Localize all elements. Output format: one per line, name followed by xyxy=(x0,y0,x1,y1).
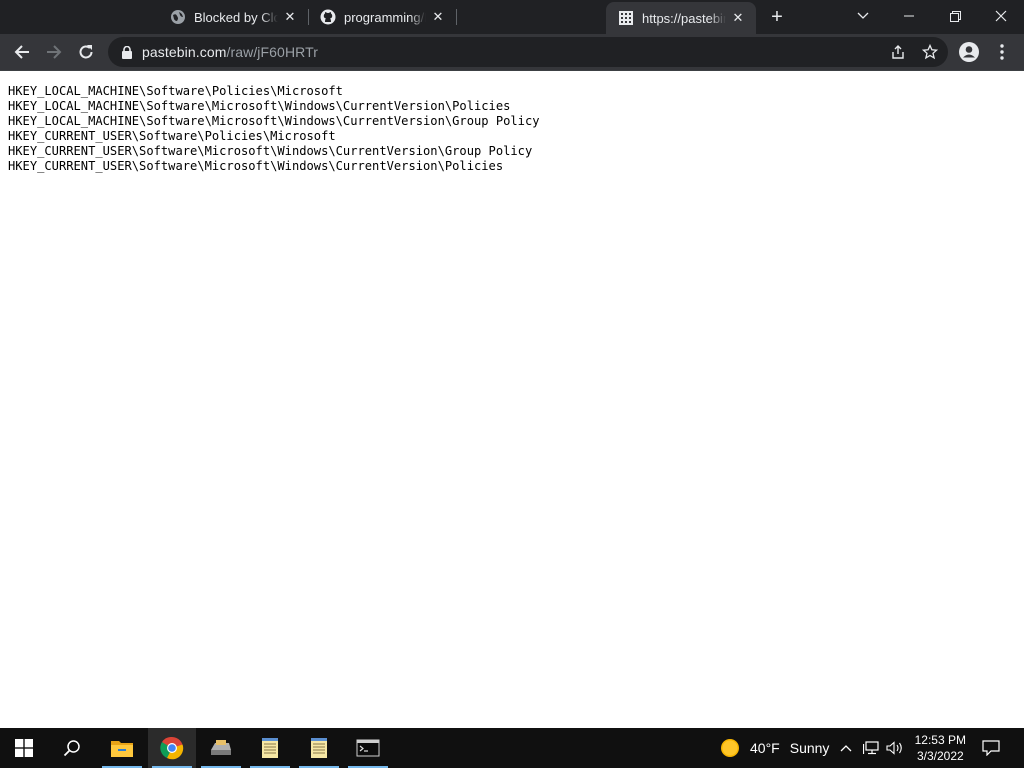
show-hidden-icons-button[interactable] xyxy=(840,728,852,768)
close-icon[interactable]: ✕ xyxy=(730,10,746,26)
address-url: pastebin.com/raw/jF60HRTr xyxy=(142,44,318,60)
lock-icon[interactable] xyxy=(120,45,134,59)
search-icon xyxy=(63,740,80,757)
notification-icon xyxy=(982,740,1000,756)
taskbar-notepad[interactable] xyxy=(246,728,294,768)
address-path: /raw/jF60HRTr xyxy=(226,44,319,60)
arrow-right-icon xyxy=(47,45,62,59)
tab-search-button[interactable] xyxy=(840,0,886,32)
restore-icon xyxy=(949,10,961,22)
registry-line: HKEY_CURRENT_USER\Software\Microsoft\Win… xyxy=(8,144,533,158)
volume-icon xyxy=(886,741,902,755)
file-explorer-icon xyxy=(111,741,133,757)
taskbar-file-explorer[interactable] xyxy=(98,728,146,768)
registry-line: HKEY_LOCAL_MACHINE\Software\Policies\Mic… xyxy=(8,84,343,98)
registry-line: HKEY_CURRENT_USER\Software\Microsoft\Win… xyxy=(8,159,504,173)
clock-date: 3/3/2022 xyxy=(916,749,964,763)
reload-button[interactable] xyxy=(72,38,100,66)
sun-icon xyxy=(721,739,739,757)
arrow-left-icon xyxy=(14,45,29,59)
profile-button[interactable] xyxy=(955,38,983,66)
tab-blocked-cloudflare[interactable]: Blocked by Clou ✕ xyxy=(158,0,308,34)
search-button[interactable] xyxy=(48,728,96,768)
restore-button[interactable] xyxy=(932,0,978,32)
chevron-up-icon xyxy=(840,745,852,752)
share-icon[interactable] xyxy=(890,44,906,60)
weather-widget[interactable]: 40°F Sunny xyxy=(720,728,829,768)
more-vertical-icon xyxy=(1000,44,1004,60)
taskbar-drive[interactable] xyxy=(197,728,245,768)
tab-separator xyxy=(456,9,457,25)
github-icon xyxy=(320,9,336,25)
bookmark-star-icon[interactable] xyxy=(922,44,938,60)
registry-line: HKEY_LOCAL_MACHINE\Software\Microsoft\Wi… xyxy=(8,99,511,113)
network-icon xyxy=(863,741,879,755)
taskbar-notepad[interactable] xyxy=(295,728,343,768)
profile-icon xyxy=(959,42,979,62)
reload-icon xyxy=(79,45,93,59)
weather-temp: 40°F xyxy=(750,740,780,756)
action-center-button[interactable] xyxy=(982,728,1000,768)
notepad-icon xyxy=(311,738,327,758)
minimize-icon xyxy=(904,15,914,17)
pastebin-icon xyxy=(618,10,634,26)
chrome-menu-button[interactable] xyxy=(988,38,1016,66)
command-prompt-icon xyxy=(356,739,380,757)
start-button[interactable] xyxy=(0,728,48,768)
close-icon[interactable]: ✕ xyxy=(282,9,298,25)
weather-condition: Sunny xyxy=(789,740,830,756)
taskbar-chrome[interactable] xyxy=(148,728,196,768)
windows-taskbar: 40°F Sunny 12:53 PM 3/3/2022 xyxy=(0,728,1024,768)
back-button[interactable] xyxy=(8,38,36,66)
clock-time: 12:53 PM xyxy=(914,733,966,747)
notepad-icon xyxy=(262,738,278,758)
taskbar-command-prompt[interactable] xyxy=(344,728,392,768)
chrome-icon xyxy=(160,736,184,760)
drive-icon xyxy=(211,740,231,755)
page-content: HKEY_LOCAL_MACHINE\Software\Policies\Mic… xyxy=(0,71,1024,728)
registry-line: HKEY_CURRENT_USER\Software\Policies\Micr… xyxy=(8,129,336,143)
close-icon xyxy=(995,10,1007,22)
minimize-button[interactable] xyxy=(886,0,932,32)
address-bar[interactable]: pastebin.com/raw/jF60HRTr xyxy=(108,37,948,67)
close-icon[interactable]: ✕ xyxy=(430,9,446,25)
tab-strip: Blocked by Clou ✕ programming/D ✕ https:… xyxy=(0,0,1024,34)
globe-icon xyxy=(170,9,186,25)
network-button[interactable] xyxy=(863,728,879,768)
chevron-down-icon xyxy=(857,12,869,19)
tab-pastebin[interactable]: https://pastebin ✕ xyxy=(606,2,756,34)
system-clock[interactable]: 12:53 PM 3/3/2022 xyxy=(915,732,966,764)
raw-paste-text: HKEY_LOCAL_MACHINE\Software\Policies\Mic… xyxy=(8,84,540,174)
tab-github[interactable]: programming/D ✕ xyxy=(308,0,456,34)
forward-button[interactable] xyxy=(40,38,68,66)
browser-toolbar: pastebin.com/raw/jF60HRTr xyxy=(0,34,1024,70)
address-host: pastebin.com xyxy=(142,44,227,60)
new-tab-button[interactable]: + xyxy=(766,6,788,28)
windows-start-icon xyxy=(15,739,33,757)
close-window-button[interactable] xyxy=(978,0,1024,32)
registry-line: HKEY_LOCAL_MACHINE\Software\Microsoft\Wi… xyxy=(8,114,540,128)
volume-button[interactable] xyxy=(886,728,904,768)
